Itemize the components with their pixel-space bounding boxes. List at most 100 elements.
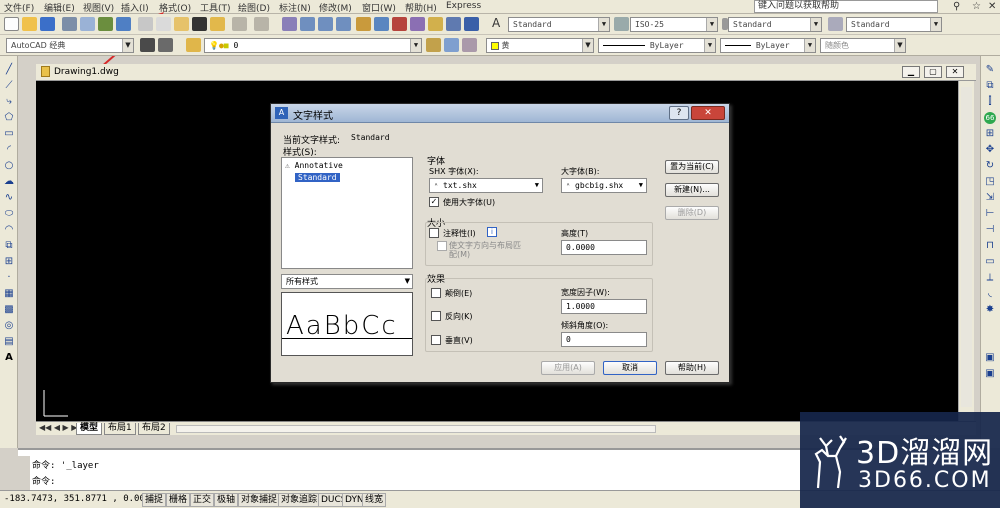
block-editor-icon[interactable] [210, 17, 225, 31]
ellipse-arc-icon[interactable]: ◠ [3, 224, 15, 236]
trim-icon[interactable]: ⊢ [984, 208, 996, 220]
new-style-button[interactable]: 新建(N)... [665, 183, 719, 197]
preview-icon[interactable] [80, 17, 95, 31]
multileader-style-select[interactable]: Standard ▼ [846, 17, 942, 32]
explode-icon[interactable]: ✸ [984, 304, 996, 316]
text-style-select[interactable]: Standard ▼ [508, 17, 610, 32]
offset-icon[interactable]: 66 [984, 112, 996, 124]
height-input[interactable]: 0.0000 [561, 240, 647, 255]
menu-tools[interactable]: 工具(T) [200, 1, 231, 14]
properties-icon[interactable] [356, 17, 371, 31]
gradient-icon[interactable]: ▩ [3, 304, 15, 316]
table-icon[interactable]: ▤ [3, 336, 15, 348]
redo-icon[interactable] [254, 17, 269, 31]
maximize-icon[interactable]: ▢ [924, 66, 942, 78]
menu-file[interactable]: 文件(F) [4, 1, 34, 14]
properties-panel-icon[interactable]: ▣ [984, 352, 996, 364]
workspace-select[interactable]: AutoCAD 经典 ▼ [6, 38, 134, 53]
3d-dwf-icon[interactable] [116, 17, 131, 31]
help-search-input[interactable]: 键入问题以获取帮助 [754, 0, 938, 13]
layer-select[interactable]: 💡●■ 0 ▼ [204, 38, 422, 53]
zoom-window-icon[interactable] [318, 17, 333, 31]
copy-object-icon[interactable]: ⧉ [984, 80, 996, 92]
arc-icon[interactable]: ◜ [3, 144, 15, 156]
make-block-icon[interactable]: ⊞ [3, 256, 15, 268]
close-document-icon[interactable]: ✕ [946, 66, 964, 78]
new-file-icon[interactable] [4, 17, 19, 31]
info-icon[interactable]: i [487, 227, 497, 237]
list-item[interactable]: ⚠ Annotative [285, 161, 343, 170]
move-icon[interactable]: ✥ [984, 144, 996, 156]
annotative-checkbox[interactable] [429, 228, 439, 238]
lineweight-toggle[interactable]: 线宽 [362, 493, 387, 507]
search-icon[interactable]: ⚲ [953, 1, 960, 12]
minimize-icon[interactable]: ▁ [902, 66, 920, 78]
pan-icon[interactable] [282, 17, 297, 31]
dim-style-select[interactable]: ISO-25 ▼ [630, 17, 718, 32]
linetype-select[interactable]: ByLayer ▼ [598, 38, 716, 53]
help-icon[interactable] [464, 17, 479, 31]
plotstyle-select[interactable]: 随颜色 ▼ [820, 38, 906, 53]
delete-style-button[interactable]: 删除(D) [665, 206, 719, 220]
open-folder-icon[interactable] [22, 17, 37, 31]
circle-icon[interactable]: ○ [3, 160, 15, 172]
point-icon[interactable]: · [3, 272, 15, 284]
layer-previous-icon[interactable] [444, 38, 459, 52]
cut-icon[interactable] [138, 17, 153, 31]
ortho-toggle[interactable]: 正交 [190, 493, 215, 507]
otrack-toggle[interactable]: 对象追踪 [278, 493, 321, 507]
tool-palettes-icon[interactable] [392, 17, 407, 31]
command-prompt[interactable]: 命令: [32, 474, 55, 487]
save-icon[interactable] [40, 17, 55, 31]
calculator-icon[interactable] [446, 17, 461, 31]
polygon-icon[interactable]: ⬠ [3, 112, 15, 124]
stretch-icon[interactable]: ⇲ [984, 192, 996, 204]
upside-down-checkbox[interactable] [431, 288, 441, 298]
star-icon[interactable]: ☆ [972, 1, 981, 12]
line-icon[interactable]: ╱ [3, 64, 15, 76]
shx-font-select[interactable]: ᴬ txt.shx ▼ [429, 178, 543, 193]
polyline-icon[interactable]: ⤷ [3, 96, 15, 108]
menu-express[interactable]: Express [446, 1, 481, 11]
mirror-icon[interactable]: ⫿ [984, 96, 996, 108]
lineweight-select[interactable]: ByLayer ▼ [720, 38, 816, 53]
scale-icon[interactable]: ◳ [984, 176, 996, 188]
publish-icon[interactable] [98, 17, 113, 31]
grid-icon[interactable] [158, 38, 173, 52]
region-icon[interactable]: ◎ [3, 320, 15, 332]
paste-icon[interactable] [174, 17, 189, 31]
style-filter-select[interactable]: 所有样式 ▼ [281, 274, 413, 289]
layers-panel-icon[interactable]: ▣ [984, 368, 996, 380]
width-factor-input[interactable]: 1.0000 [561, 299, 647, 314]
grid-toggle[interactable]: 栅格 [166, 493, 191, 507]
snap-toggle[interactable]: 捕捉 [142, 493, 167, 507]
mtext-icon[interactable]: A [3, 352, 15, 364]
menu-window[interactable]: 窗口(W) [362, 1, 396, 14]
print-icon[interactable] [62, 17, 77, 31]
menu-help[interactable]: 帮助(H) [405, 1, 437, 14]
vertical-checkbox[interactable] [431, 335, 441, 345]
oblique-input[interactable]: 0 [561, 332, 647, 347]
cancel-button[interactable]: 取消 [603, 361, 657, 375]
markup-icon[interactable] [428, 17, 443, 31]
polar-toggle[interactable]: 极轴 [214, 493, 239, 507]
table-style-select[interactable]: Standard ▼ [728, 17, 822, 32]
match-properties-icon[interactable] [192, 17, 207, 31]
array-icon[interactable]: ⊞ [984, 128, 996, 140]
join-icon[interactable]: ▭ [984, 256, 996, 268]
zoom-realtime-icon[interactable] [300, 17, 315, 31]
backwards-checkbox[interactable] [431, 311, 441, 321]
menu-modify[interactable]: 修改(M) [319, 1, 352, 14]
tab-layout2[interactable]: 布局2 [138, 423, 170, 435]
vertical-scrollbar[interactable] [958, 81, 974, 421]
construction-line-icon[interactable]: ⟋ [3, 80, 15, 92]
list-item-selected[interactable]: Standard [295, 173, 340, 182]
chamfer-icon[interactable]: ⟂ [984, 272, 996, 284]
use-big-font-checkbox[interactable]: ✓ [429, 197, 439, 207]
set-current-button[interactable]: 置为当前(C) [665, 160, 719, 174]
styles-list[interactable]: ⚠ Annotative Standard [281, 157, 413, 269]
apply-button[interactable]: 应用(A) [541, 361, 595, 375]
erase-icon[interactable]: ✎ [984, 64, 996, 76]
menu-draw[interactable]: 绘图(D) [238, 1, 270, 14]
rotate-icon[interactable]: ↻ [984, 160, 996, 172]
